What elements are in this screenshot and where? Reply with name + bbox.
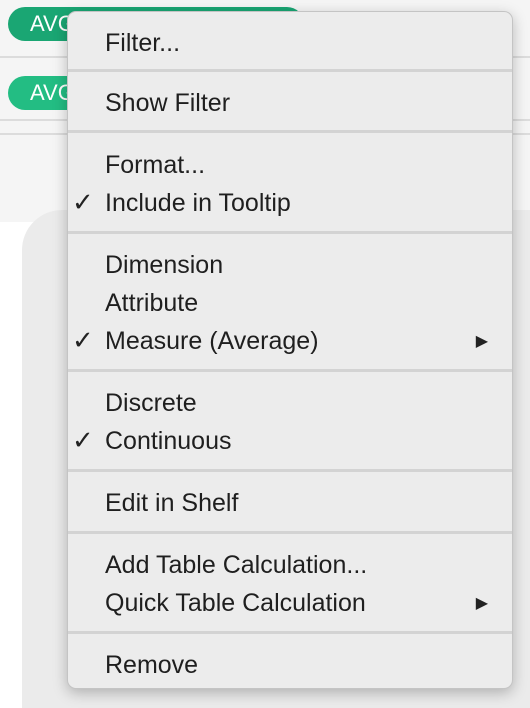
menu-item-label: Add Table Calculation...: [105, 551, 368, 579]
context-menu: Filter... Show Filter Format... ✓ Includ…: [67, 11, 513, 689]
menu-item-format[interactable]: Format...: [68, 146, 512, 184]
menu-item-label: Show Filter: [105, 89, 231, 117]
menu-item-add-table-calculation[interactable]: Add Table Calculation...: [68, 546, 512, 584]
menu-item-label: Include in Tooltip: [105, 189, 291, 217]
submenu-arrow-icon: ▶: [475, 331, 488, 350]
menu-item-label: Filter...: [105, 29, 181, 57]
checkmark-icon: ✓: [72, 426, 94, 456]
menu-item-label: Discrete: [105, 389, 197, 417]
menu-item-label: Measure (Average): [105, 327, 319, 355]
menu-item-label: Remove: [105, 651, 199, 679]
menu-item-label: Quick Table Calculation: [105, 589, 366, 617]
menu-item-edit-in-shelf[interactable]: Edit in Shelf: [68, 484, 512, 522]
menu-separator: [68, 231, 512, 234]
menu-separator: [68, 531, 512, 534]
menu-item-label: Dimension: [105, 251, 224, 279]
menu-separator: [68, 469, 512, 472]
menu-item-label: Edit in Shelf: [105, 489, 239, 517]
menu-item-quick-table-calculation[interactable]: Quick Table Calculation ▶: [68, 584, 512, 622]
checkmark-icon: ✓: [72, 326, 94, 356]
checkmark-icon: ✓: [72, 188, 94, 218]
menu-separator: [68, 69, 512, 72]
menu-item-label: Continuous: [105, 427, 232, 455]
menu-item-measure-average[interactable]: ✓ Measure (Average) ▶: [68, 322, 512, 360]
menu-separator: [68, 369, 512, 372]
menu-separator: [68, 631, 512, 634]
menu-item-show-filter[interactable]: Show Filter: [68, 84, 512, 122]
menu-item-label: Attribute: [105, 289, 199, 317]
menu-separator: [68, 130, 512, 133]
menu-item-remove[interactable]: Remove: [68, 646, 512, 684]
menu-item-label: Format...: [105, 151, 206, 179]
menu-item-dimension[interactable]: Dimension: [68, 246, 512, 284]
menu-item-filter[interactable]: Filter...: [68, 24, 512, 62]
menu-item-attribute[interactable]: Attribute: [68, 284, 512, 322]
menu-item-include-in-tooltip[interactable]: ✓ Include in Tooltip: [68, 184, 512, 222]
menu-item-continuous[interactable]: ✓ Continuous: [68, 422, 512, 460]
submenu-arrow-icon: ▶: [475, 593, 488, 612]
menu-item-discrete[interactable]: Discrete: [68, 384, 512, 422]
